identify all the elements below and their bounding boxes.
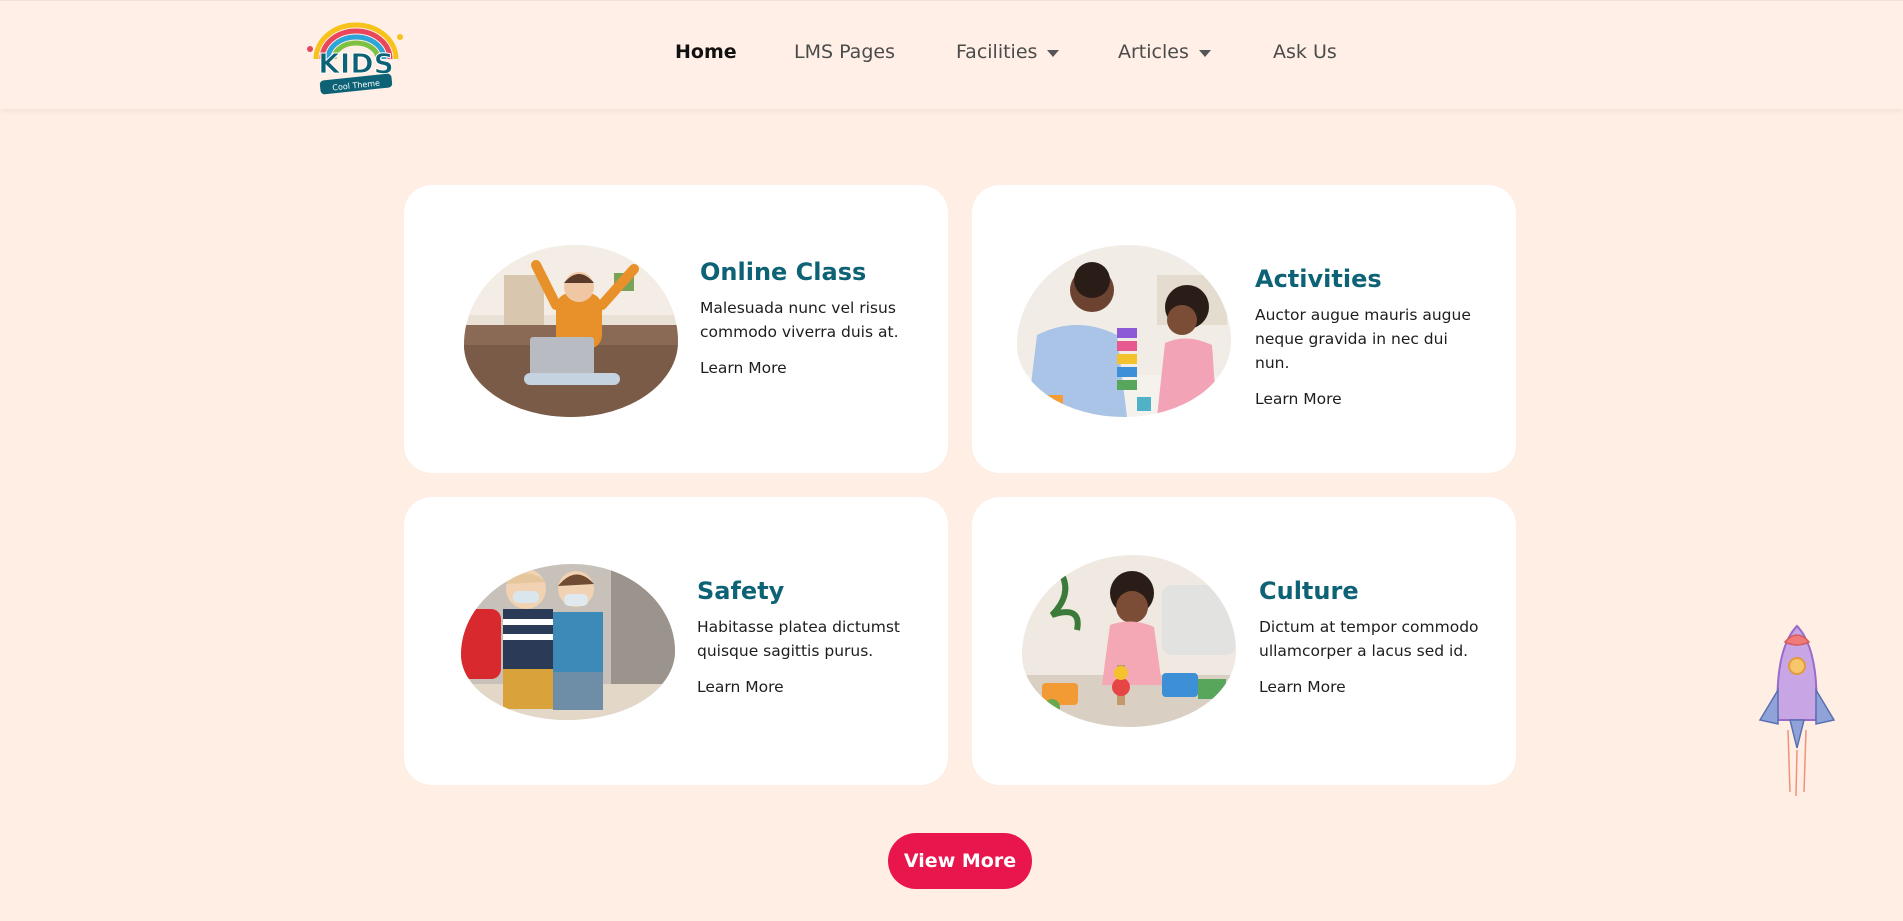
card-title: Activities	[1255, 265, 1382, 293]
children-with-masks-photo	[461, 564, 675, 720]
feature-card-culture: Culture Dictum at tempor commodo ullamco…	[972, 497, 1516, 785]
card-description: Habitasse platea dictumst quisque sagitt…	[697, 618, 900, 660]
card-description: Dictum at tempor commodo ullamcorper a l…	[1259, 618, 1479, 660]
child-with-laptop-photo	[464, 245, 678, 417]
card-text: Safety Habitasse platea dictumst quisque…	[697, 577, 917, 696]
card-description: Malesuada nunc vel risus commodo viverra…	[700, 299, 899, 341]
nav-ask-us[interactable]: Ask Us	[1273, 41, 1337, 63]
feature-card-activities: Activities Auctor augue mauris augue neq…	[972, 185, 1516, 473]
card-text: Culture Dictum at tempor commodo ullamco…	[1259, 577, 1479, 696]
learn-more-link[interactable]: Learn More	[1259, 678, 1479, 696]
nav-facilities[interactable]: Facilities	[956, 41, 1060, 63]
feature-card-online-class: Online Class Malesuada nunc vel risus co…	[404, 185, 948, 473]
nav-ask-us-label: Ask Us	[1273, 41, 1337, 63]
card-description: Auctor augue mauris augue neque gravida …	[1255, 306, 1471, 372]
card-text: Activities Auctor augue mauris augue neq…	[1255, 265, 1475, 408]
nav-home-label: Home	[675, 41, 737, 63]
nav-articles-label: Articles	[1118, 41, 1189, 63]
card-title: Culture	[1259, 577, 1359, 605]
rocket-icon	[1758, 624, 1836, 797]
nav-articles[interactable]: Articles	[1118, 41, 1211, 63]
nav-lms-pages[interactable]: LMS Pages	[794, 41, 895, 63]
chevron-down-icon	[1198, 49, 1211, 57]
main-nav: Home LMS Pages Facilities Articles Ask U…	[0, 1, 1903, 109]
card-title: Online Class	[700, 258, 867, 286]
card-text: Online Class Malesuada nunc vel risus co…	[700, 258, 920, 377]
chevron-down-icon	[1047, 49, 1060, 57]
learn-more-link[interactable]: Learn More	[700, 359, 920, 377]
learn-more-link[interactable]: Learn More	[697, 678, 917, 696]
nav-lms-pages-label: LMS Pages	[794, 41, 895, 63]
teacher-child-blocks-photo	[1017, 245, 1231, 417]
feature-card-safety: Safety Habitasse platea dictumst quisque…	[404, 497, 948, 785]
view-more-button[interactable]: View More	[888, 833, 1032, 889]
nav-home[interactable]: Home	[675, 41, 737, 63]
nav-facilities-label: Facilities	[956, 41, 1038, 63]
learn-more-link[interactable]: Learn More	[1255, 390, 1475, 408]
site-header: KIDS Cool Theme Home LMS Pages Facilitie…	[0, 0, 1903, 109]
card-title: Safety	[697, 577, 785, 605]
child-playing-toys-photo	[1022, 555, 1236, 727]
